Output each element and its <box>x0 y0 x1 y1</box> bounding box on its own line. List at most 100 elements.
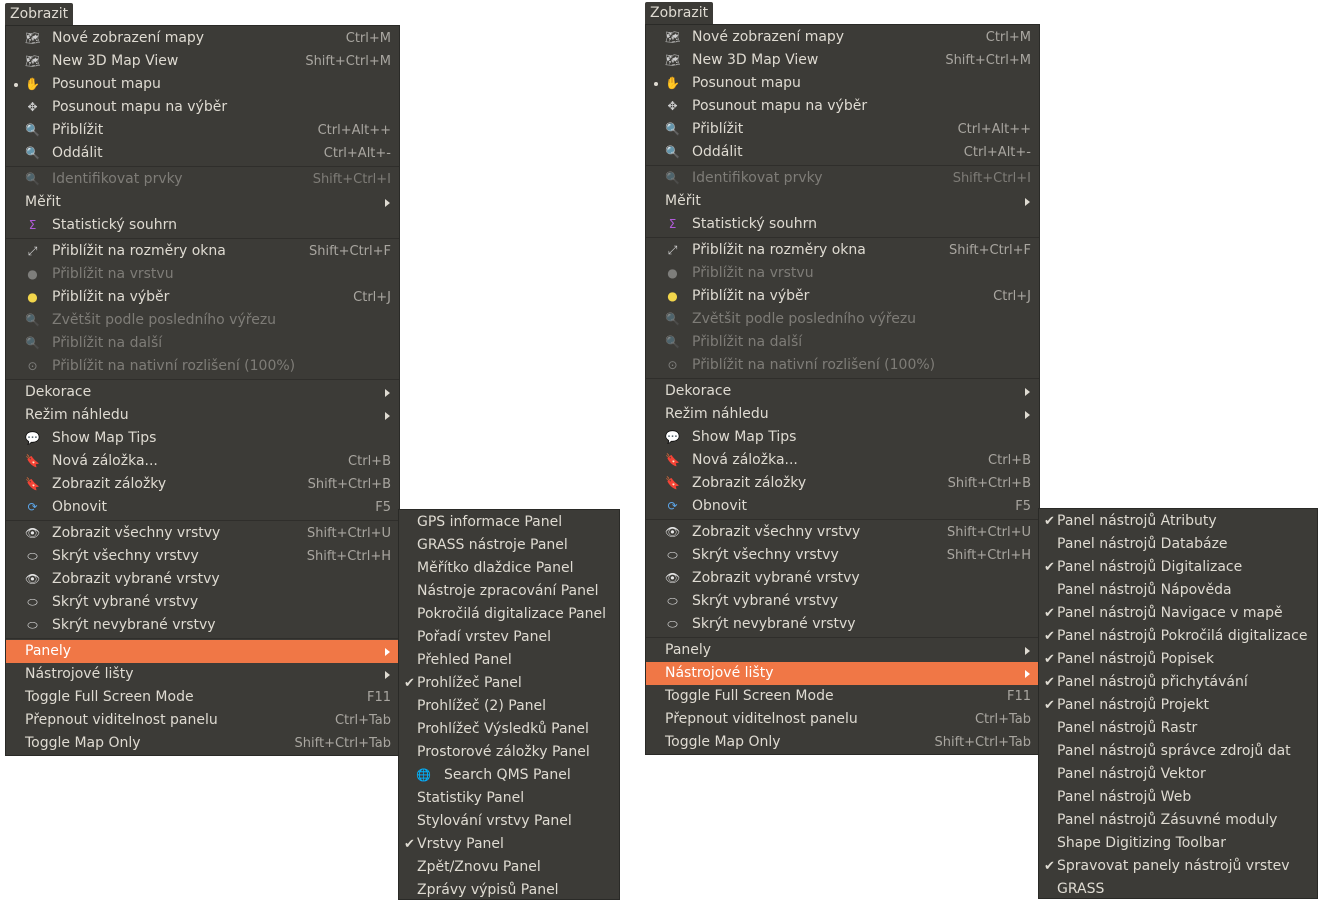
menu-zobrazit-right[interactable]: Zobrazit <box>645 2 714 24</box>
menu-item-obnovit[interactable]: ⟳ Obnovit F5 <box>646 495 1039 518</box>
menu-item-priblizit[interactable]: 🔍 Přiblížit Ctrl+Alt++ <box>646 118 1039 141</box>
submenu-item-panel-nastroju-prichytavani[interactable]: ✔ Panel nástrojů přichytávání <box>1039 671 1317 694</box>
submenu-item-panel-nastroju-spravce-zdroju-dat[interactable]: Panel nástrojů správce zdrojů dat <box>1039 740 1317 763</box>
menu-item-toggle-map-only[interactable]: Toggle Map Only Shift+Ctrl+Tab <box>6 732 399 755</box>
submenu-item-spravovat-panely-nastroju-vrstev[interactable]: ✔ Spravovat panely nástrojů vrstev <box>1039 855 1317 878</box>
menu-item-show-map-tips[interactable]: 💬 Show Map Tips <box>6 427 399 450</box>
submenu-item-shape-digitizing-toolbar[interactable]: Shape Digitizing Toolbar <box>1039 832 1317 855</box>
menu-item-posunout-mapu[interactable]: ✋ Posunout mapu <box>6 73 399 96</box>
menu-item-priblizit-na-vyber[interactable]: ● Přiblížit na výběr Ctrl+J <box>646 285 1039 308</box>
menu-item-label: Obnovit <box>52 499 108 515</box>
submenu-item-statistiky-panel[interactable]: Statistiky Panel <box>399 787 619 810</box>
menu-item-panely[interactable]: Panely <box>646 639 1039 662</box>
menu-item-identifikovat-prvky: 🔍 Identifikovat prvky Shift+Ctrl+I <box>646 167 1039 190</box>
menu-zobrazit-left[interactable]: Zobrazit <box>5 3 74 25</box>
submenu-item-label: Panel nástrojů Zásuvné moduly <box>1057 812 1278 828</box>
submenu-item-grass[interactable]: GRASS <box>1039 878 1317 901</box>
submenu-item-panel-nastroju-zasuvne-moduly[interactable]: Panel nástrojů Zásuvné moduly <box>1039 809 1317 832</box>
submenu-item-panel-nastroju-web[interactable]: Panel nástrojů Web <box>1039 786 1317 809</box>
menu-item-zobrazit-vybrane-vrstvy[interactable]: 👁 Zobrazit vybrané vrstvy <box>646 567 1039 590</box>
menu-item-obnovit[interactable]: ⟳ Obnovit F5 <box>6 496 399 519</box>
submenu-item-pokrocila-digitalizace-panel[interactable]: Pokročilá digitalizace Panel <box>399 603 619 626</box>
submenu-item-stylovani-vrstvy-panel[interactable]: Stylování vrstvy Panel <box>399 810 619 833</box>
menu-item-zobrazit-vsechny-vrstvy[interactable]: 👁 Zobrazit všechny vrstvy Shift+Ctrl+U <box>6 522 399 545</box>
menu-item-priblizit-na-vyber[interactable]: ● Přiblížit na výběr Ctrl+J <box>6 286 399 309</box>
menu-item-posunout-mapu-na-vyber[interactable]: ✥ Posunout mapu na výběr <box>6 96 399 119</box>
submenu-item-panel-nastroju-projekt[interactable]: ✔ Panel nástrojů Projekt <box>1039 694 1317 717</box>
menu-item-zobrazit-vybrane-vrstvy[interactable]: 👁 Zobrazit vybrané vrstvy <box>6 568 399 591</box>
submenu-item-vrstvy-panel[interactable]: ✔ Vrstvy Panel <box>399 833 619 856</box>
menu-item-statisticky-souhrn[interactable]: Σ Statistický souhrn <box>646 213 1039 236</box>
submenu-item-nastroje-zpracovani-panel[interactable]: Nástroje zpracování Panel <box>399 580 619 603</box>
menu-item-nastrojove-listy[interactable]: Nástrojové lišty <box>646 662 1039 685</box>
menu-item-oddalit[interactable]: 🔍 Oddálit Ctrl+Alt+- <box>646 141 1039 164</box>
menu-item-show-map-tips[interactable]: 💬 Show Map Tips <box>646 426 1039 449</box>
submenu-item-panel-nastroju-pokrocila-digitalizace[interactable]: ✔ Panel nástrojů Pokročilá digitalizace <box>1039 625 1317 648</box>
submenu-item-search-qms-panel[interactable]: 🌐 Search QMS Panel <box>399 764 619 787</box>
submenu-item-prohlizec-2-panel[interactable]: Prohlížeč (2) Panel <box>399 695 619 718</box>
menu-item-statisticky-souhrn[interactable]: Σ Statistický souhrn <box>6 214 399 237</box>
checkmark-icon: ✔ <box>1044 514 1055 529</box>
map-tips-icon: 💬 <box>25 431 40 445</box>
menu-item-new-3d-map-view[interactable]: 🗺 New 3D Map View Shift+Ctrl+M <box>646 49 1039 72</box>
menu-item-toggle-full-screen-mode[interactable]: Toggle Full Screen Mode F11 <box>646 685 1039 708</box>
menu-item-panely[interactable]: Panely <box>6 640 399 663</box>
menu-item-nove-zobrazeni-mapy[interactable]: 🗺 Nové zobrazení mapy Ctrl+M <box>646 26 1039 49</box>
submenu-item-panel-nastroju-navigace-v-mape[interactable]: ✔ Panel nástrojů Navigace v mapě <box>1039 602 1317 625</box>
submenu-item-label: Panel nástrojů Digitalizace <box>1057 559 1243 575</box>
menu-item-skryt-vsechny-vrstvy[interactable]: ⬭ Skrýt všechny vrstvy Shift+Ctrl+H <box>6 545 399 568</box>
menu-item-dekorace[interactable]: Dekorace <box>646 380 1039 403</box>
submenu-item-zpravy-vypisu-panel[interactable]: Zprávy výpisů Panel <box>399 879 619 902</box>
submenu-item-panel-nastroju-vektor[interactable]: Panel nástrojů Vektor <box>1039 763 1317 786</box>
menu-item-zobrazit-zalozky[interactable]: 🔖 Zobrazit záložky Shift+Ctrl+B <box>646 472 1039 495</box>
menu-item-zobrazit-zalozky[interactable]: 🔖 Zobrazit záložky Shift+Ctrl+B <box>6 473 399 496</box>
menu-item-shortcut: Ctrl+J <box>353 290 391 305</box>
menu-item-toggle-map-only[interactable]: Toggle Map Only Shift+Ctrl+Tab <box>646 731 1039 754</box>
submenu-item-grass-nastroje-panel[interactable]: GRASS nástroje Panel <box>399 534 619 557</box>
menu-item-zobrazit-vsechny-vrstvy[interactable]: 👁 Zobrazit všechny vrstvy Shift+Ctrl+U <box>646 521 1039 544</box>
menu-item-label: Nové zobrazení mapy <box>52 30 205 46</box>
menu-item-priblizit-na-rozmery-okna[interactable]: ⤢ Přiblížit na rozměry okna Shift+Ctrl+F <box>6 240 399 263</box>
submenu-item-prohlizec-vysledku-panel[interactable]: Prohlížeč Výsledků Panel <box>399 718 619 741</box>
submenu-item-prehled-panel[interactable]: Přehled Panel <box>399 649 619 672</box>
submenu-item-poradi-vrstev-panel[interactable]: Pořadí vrstev Panel <box>399 626 619 649</box>
menu-item-nastrojove-listy[interactable]: Nástrojové lišty <box>6 663 399 686</box>
menu-item-nove-zobrazeni-mapy[interactable]: 🗺 Nové zobrazení mapy Ctrl+M <box>6 27 399 50</box>
submenu-item-meritko-dlazdice-panel[interactable]: Měřítko dlaždice Panel <box>399 557 619 580</box>
menu-item-label: Přiblížit na rozměry okna <box>692 242 866 258</box>
submenu-item-panel-nastroju-rastr[interactable]: Panel nástrojů Rastr <box>1039 717 1317 740</box>
menu-item-dekorace[interactable]: Dekorace <box>6 381 399 404</box>
menu-item-priblizit[interactable]: 🔍 Přiblížit Ctrl+Alt++ <box>6 119 399 142</box>
menu-item-skryt-vsechny-vrstvy[interactable]: ⬭ Skrýt všechny vrstvy Shift+Ctrl+H <box>646 544 1039 567</box>
submenu-item-prohlizec-panel[interactable]: ✔ Prohlížeč Panel <box>399 672 619 695</box>
menu-item-skryt-nevybrane-vrstvy[interactable]: ⬭ Skrýt nevybrané vrstvy <box>646 613 1039 636</box>
show-bookmarks-icon: 🔖 <box>25 477 40 491</box>
submenu-item-prostorove-zalozky-panel[interactable]: Prostorové záložky Panel <box>399 741 619 764</box>
submenu-item-panel-nastroju-popisek[interactable]: ✔ Panel nástrojů Popisek <box>1039 648 1317 671</box>
menu-item-prepnout-viditelnost-panelu[interactable]: Přepnout viditelnost panelu Ctrl+Tab <box>6 709 399 732</box>
menu-item-priblizit-na-rozmery-okna[interactable]: ⤢ Přiblížit na rozměry okna Shift+Ctrl+F <box>646 239 1039 262</box>
menu-item-label: Toggle Full Screen Mode <box>25 689 194 705</box>
menu-item-skryt-nevybrane-vrstvy[interactable]: ⬭ Skrýt nevybrané vrstvy <box>6 614 399 637</box>
menu-item-nova-zalozka[interactable]: 🔖 Nová záložka... Ctrl+B <box>646 449 1039 472</box>
menu-item-posunout-mapu-na-vyber[interactable]: ✥ Posunout mapu na výběr <box>646 95 1039 118</box>
menu-item-skryt-vybrane-vrstvy[interactable]: ⬭ Skrýt vybrané vrstvy <box>6 591 399 614</box>
submenu-item-panel-nastroju-databaze[interactable]: Panel nástrojů Databáze <box>1039 533 1317 556</box>
submenu-item-panel-nastroju-napoveda[interactable]: Panel nástrojů Nápověda <box>1039 579 1317 602</box>
menu-item-new-3d-map-view[interactable]: 🗺 New 3D Map View Shift+Ctrl+M <box>6 50 399 73</box>
menu-item-prepnout-viditelnost-panelu[interactable]: Přepnout viditelnost panelu Ctrl+Tab <box>646 708 1039 731</box>
menu-item-label: Přiblížit na nativní rozlišení (100%) <box>692 357 936 373</box>
menu-item-toggle-full-screen-mode[interactable]: Toggle Full Screen Mode F11 <box>6 686 399 709</box>
menu-item-nova-zalozka[interactable]: 🔖 Nová záložka... Ctrl+B <box>6 450 399 473</box>
submenu-item-panel-nastroju-atributy[interactable]: ✔ Panel nástrojů Atributy <box>1039 510 1317 533</box>
menu-item-rezim-nahledu[interactable]: Režim náhledu <box>646 403 1039 426</box>
menu-item-skryt-vybrane-vrstvy[interactable]: ⬭ Skrýt vybrané vrstvy <box>646 590 1039 613</box>
menu-item-oddalit[interactable]: 🔍 Oddálit Ctrl+Alt+- <box>6 142 399 165</box>
menu-item-merit[interactable]: Měřit <box>6 191 399 214</box>
menu-item-merit[interactable]: Měřit <box>646 190 1039 213</box>
submenu-item-panel-nastroju-digitalizace[interactable]: ✔ Panel nástrojů Digitalizace <box>1039 556 1317 579</box>
submenu-item-zpet-znovu-panel[interactable]: Zpět/Znovu Panel <box>399 856 619 879</box>
menu-item-rezim-nahledu[interactable]: Režim náhledu <box>6 404 399 427</box>
submenu-item-gps-informace-panel[interactable]: GPS informace Panel <box>399 511 619 534</box>
menu-item-posunout-mapu[interactable]: ✋ Posunout mapu <box>646 72 1039 95</box>
